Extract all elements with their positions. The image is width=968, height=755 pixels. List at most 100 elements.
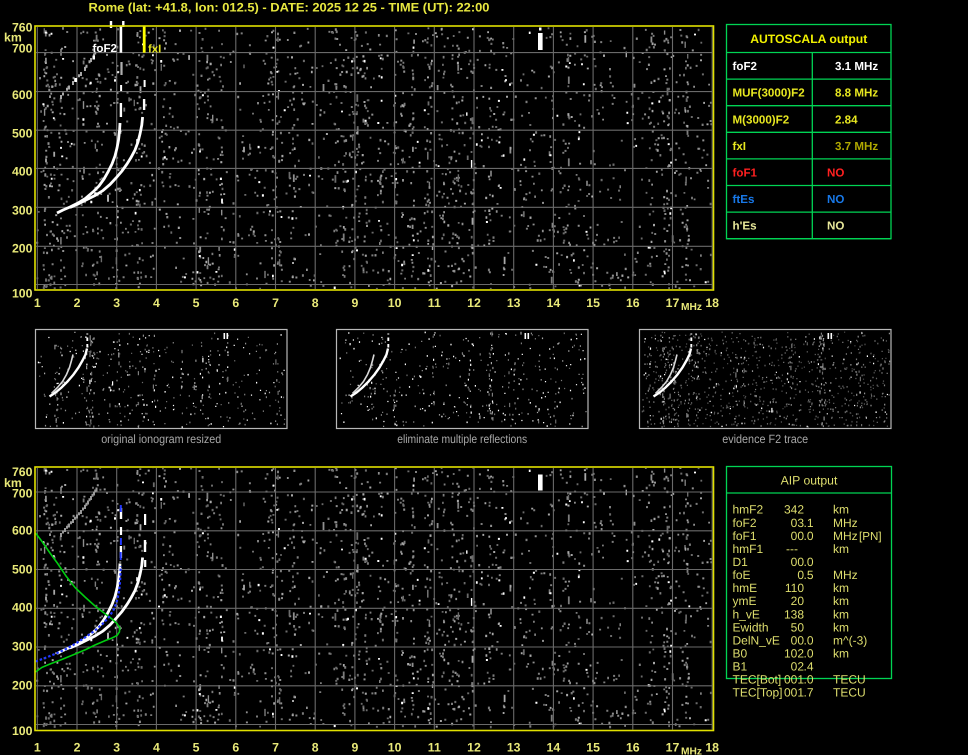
svg-text:m^(-3): m^(-3) <box>833 633 867 647</box>
svg-text:12: 12 <box>467 296 481 310</box>
svg-text:---: --- <box>786 542 798 556</box>
svg-text:B0: B0 <box>733 647 748 661</box>
svg-text:3: 3 <box>113 741 120 755</box>
svg-text:AUTOSCALA output: AUTOSCALA output <box>750 32 867 46</box>
svg-text:00: 00 <box>791 529 805 543</box>
svg-text:4: 4 <box>153 296 160 310</box>
svg-text:10: 10 <box>388 296 402 310</box>
svg-text:110: 110 <box>785 581 804 595</box>
svg-text:102: 102 <box>784 647 804 661</box>
svg-text:.7: .7 <box>804 686 814 700</box>
svg-text:4: 4 <box>153 741 160 755</box>
svg-text:fxI: fxI <box>148 44 161 56</box>
svg-text:138: 138 <box>784 607 804 621</box>
svg-text:eliminate multiple reflections: eliminate multiple reflections <box>397 432 527 446</box>
svg-text:500: 500 <box>12 562 33 576</box>
svg-text:17: 17 <box>666 296 680 310</box>
svg-text:100: 100 <box>12 724 33 738</box>
svg-text:16: 16 <box>626 296 640 310</box>
svg-text:11: 11 <box>428 741 441 755</box>
svg-text:1: 1 <box>34 296 41 310</box>
svg-text:h'Es: h'Es <box>733 220 757 233</box>
svg-text:ftEs: ftEs <box>733 193 755 206</box>
svg-text:MHz: MHz <box>833 529 858 543</box>
svg-text:342: 342 <box>784 503 804 517</box>
svg-text:2.84: 2.84 <box>835 113 858 126</box>
svg-text:14: 14 <box>547 741 561 755</box>
svg-text:hmF2: hmF2 <box>733 503 764 517</box>
svg-text:200: 200 <box>12 242 33 256</box>
svg-text:8: 8 <box>312 741 319 755</box>
svg-text:NO: NO <box>827 220 844 233</box>
svg-text:km: km <box>4 476 22 490</box>
svg-text:2: 2 <box>74 741 81 755</box>
svg-text:15: 15 <box>586 296 600 310</box>
svg-text:km: km <box>833 542 849 556</box>
svg-text:MHz: MHz <box>681 302 702 313</box>
svg-text:3: 3 <box>113 296 120 310</box>
svg-text:DelN_vE: DelN_vE <box>733 633 780 647</box>
svg-text:20: 20 <box>791 594 805 608</box>
svg-text:.0: .0 <box>804 555 814 569</box>
svg-text:hmE: hmE <box>733 581 758 595</box>
svg-text:D1: D1 <box>733 555 749 569</box>
svg-text:MHz: MHz <box>833 568 858 582</box>
svg-text:17: 17 <box>666 741 680 755</box>
svg-text:13: 13 <box>507 741 521 755</box>
svg-text:12: 12 <box>467 741 481 755</box>
svg-text:.0: .0 <box>804 673 814 687</box>
svg-text:Ewidth: Ewidth <box>733 620 769 634</box>
svg-text:TECU: TECU <box>833 673 866 687</box>
svg-text:fxI: fxI <box>733 140 747 153</box>
svg-text:original ionogram resized: original ionogram resized <box>101 432 221 446</box>
svg-text:foF1: foF1 <box>733 167 758 180</box>
svg-text:50: 50 <box>791 620 805 634</box>
svg-text:1: 1 <box>34 741 41 755</box>
svg-text:8: 8 <box>312 296 319 310</box>
svg-text:foF2: foF2 <box>733 60 757 73</box>
svg-text:8.8 MHz: 8.8 MHz <box>835 87 878 100</box>
svg-text:km: km <box>4 30 22 44</box>
svg-text:h_vE: h_vE <box>733 607 760 621</box>
svg-text:ymE: ymE <box>733 594 757 608</box>
svg-text:MUF(3000)F2: MUF(3000)F2 <box>733 87 805 100</box>
svg-text:5: 5 <box>193 741 200 755</box>
svg-text:hmF1: hmF1 <box>733 542 764 556</box>
svg-text:[PN]: [PN] <box>859 530 882 543</box>
svg-text:5: 5 <box>193 296 200 310</box>
svg-text:00: 00 <box>791 633 805 647</box>
svg-text:km: km <box>833 594 849 608</box>
svg-text:.0: .0 <box>804 529 814 543</box>
svg-text:14: 14 <box>547 296 561 310</box>
svg-text:15: 15 <box>586 741 600 755</box>
svg-text:AIP output: AIP output <box>781 474 838 488</box>
svg-text:.0: .0 <box>804 647 814 661</box>
svg-text:foF2: foF2 <box>733 516 757 530</box>
svg-text:11: 11 <box>428 296 441 310</box>
svg-text:km: km <box>833 581 849 595</box>
svg-text:400: 400 <box>12 601 33 615</box>
svg-text:7: 7 <box>272 296 279 310</box>
svg-text:M(3000)F2: M(3000)F2 <box>733 113 790 126</box>
svg-text:10: 10 <box>388 741 402 755</box>
svg-text:foF2: foF2 <box>93 43 118 55</box>
svg-text:6: 6 <box>232 741 239 755</box>
svg-text:TECU: TECU <box>833 686 866 700</box>
svg-text:.1: .1 <box>804 516 814 530</box>
svg-text:001: 001 <box>784 673 804 687</box>
svg-text:NO: NO <box>827 193 844 206</box>
svg-text:.0: .0 <box>804 633 814 647</box>
svg-text:TEC[Top]: TEC[Top] <box>733 686 783 700</box>
svg-text:00: 00 <box>791 555 805 569</box>
svg-text:foE: foE <box>733 568 751 582</box>
svg-text:MHz: MHz <box>833 516 858 530</box>
svg-text:2: 2 <box>74 296 81 310</box>
svg-text:foF1: foF1 <box>733 529 757 543</box>
svg-text:300: 300 <box>12 639 33 653</box>
svg-text:13: 13 <box>507 296 521 310</box>
svg-text:3.1 MHz: 3.1 MHz <box>835 60 878 73</box>
svg-text:Rome (lat: +41.8, lon: 012.5): Rome (lat: +41.8, lon: 012.5) - DATE: 20… <box>89 1 490 15</box>
svg-text:03: 03 <box>791 516 805 530</box>
svg-text:02: 02 <box>791 660 805 674</box>
svg-text:500: 500 <box>12 127 33 141</box>
